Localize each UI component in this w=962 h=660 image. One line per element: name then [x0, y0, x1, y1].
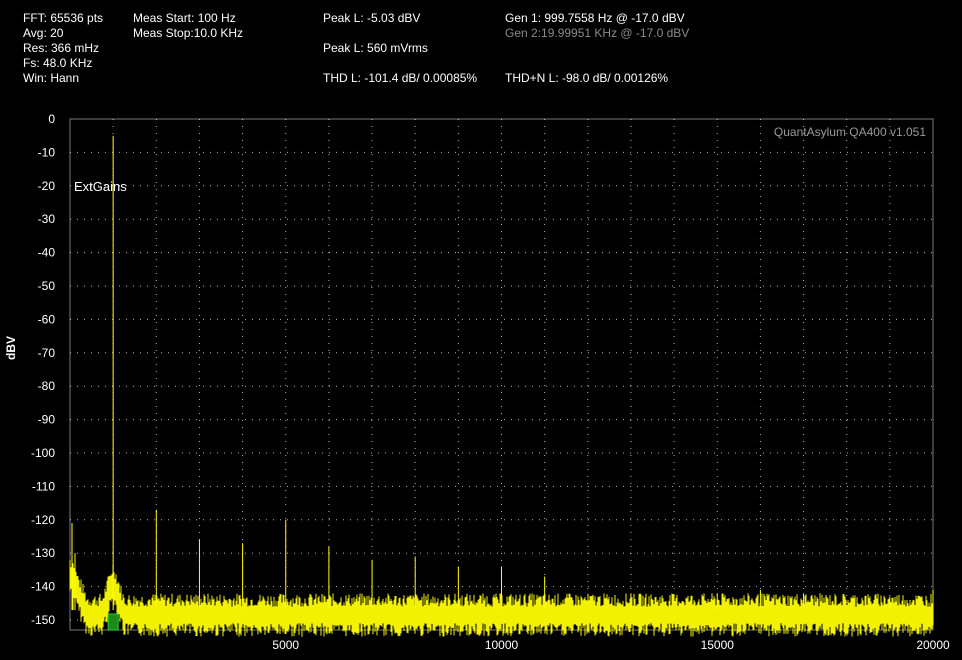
x-tick-label: 20000: [916, 638, 950, 652]
spectrum-chart[interactable]: 0 -10 -20 -30 -40 -50 -60 -70 -80 -90 -100 -110 -120…: [0, 0, 962, 660]
y-axis-ticks: 0 -10 -20 -30 -40 -50 -60 -70 -80 -90 -100 -110 -120…: [31, 112, 55, 627]
y-tick-label: -50: [38, 279, 56, 293]
y-tick-label: -150: [31, 613, 55, 627]
x-tick-label: 5000: [272, 638, 299, 652]
y-tick-label: -10: [38, 145, 56, 159]
y-tick-label: -30: [38, 212, 56, 226]
x-tick-label: 15000: [701, 638, 735, 652]
y-tick-label: -100: [31, 446, 55, 460]
watermark: QuantAsylum QA400 v1.051: [774, 125, 926, 139]
x-axis-ticks: 5000 10000 15000 20000: [272, 638, 950, 652]
ext-gains-label: ExtGains: [74, 179, 127, 194]
y-tick-label: 0: [48, 112, 55, 126]
y-tick-label: -110: [32, 479, 55, 493]
y-tick-label: -80: [38, 379, 56, 393]
x-tick-label: 10000: [485, 638, 519, 652]
y-tick-label: -40: [38, 246, 56, 260]
y-tick-label: -70: [38, 346, 56, 360]
y-tick-label: -90: [38, 413, 56, 427]
y-tick-label: -20: [38, 179, 56, 193]
y-tick-label: -130: [31, 546, 55, 560]
y-tick-label: -140: [31, 580, 55, 594]
frequency-marker[interactable]: [107, 613, 119, 631]
y-tick-label: -60: [38, 312, 56, 326]
y-tick-label: -120: [31, 513, 55, 527]
